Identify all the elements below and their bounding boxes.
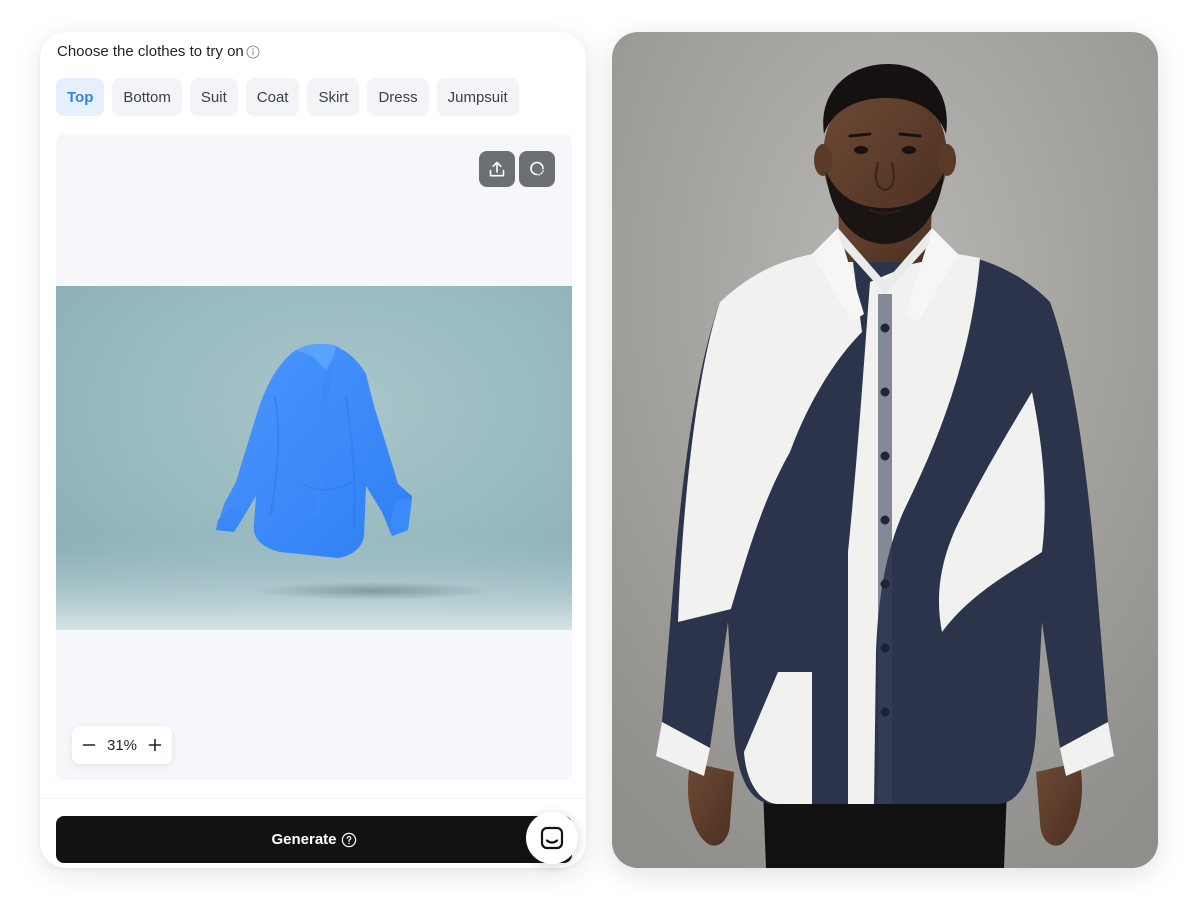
generate-label: Generate (271, 831, 337, 848)
tab-label: Jumpsuit (447, 88, 508, 106)
tab-dress[interactable]: Dress (367, 78, 429, 116)
result-panel (612, 32, 1158, 868)
tab-label: Coat (256, 88, 289, 106)
minus-icon (82, 744, 96, 746)
panel-title: Choose the clothes to try on (57, 43, 260, 60)
garment-canvas[interactable]: 31% (56, 134, 572, 780)
tab-label: Dress (378, 88, 418, 106)
tab-label: Bottom (123, 88, 171, 106)
upload-button[interactable] (479, 151, 515, 187)
chat-button[interactable] (526, 812, 578, 864)
chat-icon (540, 826, 564, 850)
zoom-in-button[interactable] (146, 736, 164, 754)
plus-icon (148, 738, 162, 752)
model-result-image (612, 32, 1158, 868)
tab-label: Top (67, 88, 94, 106)
tab-bottom[interactable]: Bottom (112, 78, 182, 116)
info-icon[interactable] (246, 45, 260, 59)
replace-button[interactable] (519, 151, 555, 187)
tab-label: Skirt (318, 88, 349, 106)
upload-icon (489, 161, 505, 177)
garment-image (56, 286, 572, 630)
zoom-out-button[interactable] (80, 736, 98, 754)
tab-top[interactable]: Top (56, 78, 105, 116)
generate-button[interactable]: Generate (56, 816, 572, 863)
clothes-panel: Choose the clothes to try on Top Bottom … (40, 32, 586, 868)
zoom-control: 31% (72, 726, 172, 764)
tab-coat[interactable]: Coat (245, 78, 300, 116)
tab-jumpsuit[interactable]: Jumpsuit (436, 78, 519, 116)
panel-title-text: Choose the clothes to try on (57, 43, 244, 60)
refresh-icon (530, 161, 544, 176)
tab-label: Suit (200, 88, 227, 106)
zoom-value: 31% (106, 736, 138, 754)
question-circle-icon[interactable] (341, 832, 357, 848)
footer-divider (40, 798, 586, 799)
tab-suit[interactable]: Suit (189, 78, 238, 116)
tab-skirt[interactable]: Skirt (307, 78, 360, 116)
category-tabs: Top Bottom Suit Coat Skirt Dress Jumpsui… (56, 78, 519, 116)
